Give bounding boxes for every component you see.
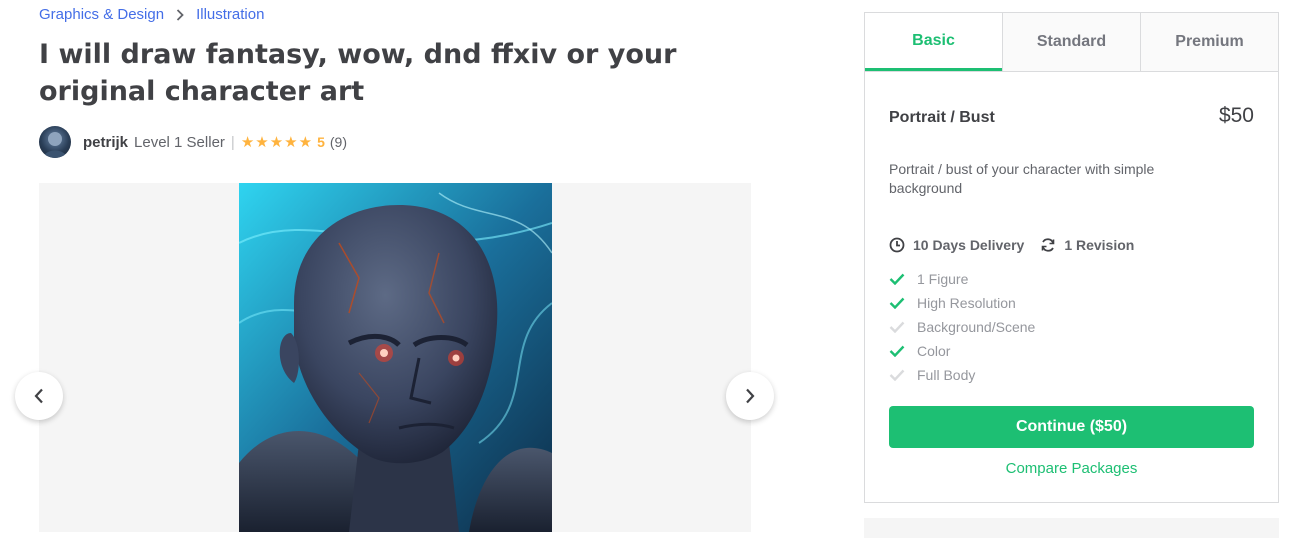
breadcrumb-link-illustration[interactable]: Illustration <box>196 6 264 23</box>
chevron-right-icon <box>746 388 755 404</box>
star-icon: ★ <box>255 134 269 151</box>
clock-icon <box>889 237 905 253</box>
rating-score: 5 <box>317 134 325 150</box>
gig-gallery <box>39 183 751 532</box>
continue-button[interactable]: Continue ($50) <box>889 406 1254 448</box>
gig-title: I will draw fantasy, wow, dnd ffxiv or y… <box>39 39 677 107</box>
delivery-info: 10 Days Delivery <box>889 237 1024 253</box>
divider: | <box>230 133 235 151</box>
breadcrumb: Graphics & Design Illustration <box>39 6 264 23</box>
rating-stars: ★ ★ ★ ★ ★ <box>241 133 313 151</box>
feature-item: High Resolution <box>889 291 1035 315</box>
refresh-icon <box>1042 238 1055 252</box>
package-header: Portrait / Bust $50 <box>889 104 1254 128</box>
package-name: Portrait / Bust <box>889 109 995 126</box>
tab-basic[interactable]: Basic <box>865 13 1002 71</box>
star-icon: ★ <box>284 134 298 151</box>
contact-seller-box <box>864 518 1279 538</box>
revision-info: 1 Revision <box>1040 237 1134 253</box>
feature-label: High Resolution <box>917 295 1016 311</box>
gallery-prev-button[interactable] <box>15 372 63 420</box>
breadcrumb-link-graphics-design[interactable]: Graphics & Design <box>39 6 164 23</box>
feature-label: Full Body <box>917 367 976 383</box>
package-price: $50 <box>1218 104 1254 127</box>
package-panel: Basic Standard Premium Portrait / Bust $… <box>864 12 1279 503</box>
delivery-label: 10 Days Delivery <box>913 237 1025 253</box>
tab-standard[interactable]: Standard <box>1002 13 1140 71</box>
package-tabs: Basic Standard Premium <box>865 13 1278 72</box>
feature-label: Color <box>917 343 951 359</box>
star-icon: ★ <box>240 134 255 151</box>
compare-packages-link[interactable]: Compare Packages <box>889 460 1254 477</box>
feature-label: 1 Figure <box>917 271 969 287</box>
tab-premium[interactable]: Premium <box>1140 13 1278 71</box>
seller-overview: petrijk Level 1 Seller | ★ ★ ★ ★ ★ 5 (9) <box>39 126 347 158</box>
check-icon <box>889 345 905 357</box>
feature-label: Background/Scene <box>917 319 1036 335</box>
gallery-next-button[interactable] <box>726 372 774 420</box>
feature-item: Color <box>889 339 1035 363</box>
feature-list: 1 Figure High Resolution Background/Scen… <box>889 267 1035 387</box>
avatar[interactable] <box>39 126 71 158</box>
chevron-right-icon <box>176 8 184 21</box>
package-description: Portrait / bust of your character with s… <box>889 161 1155 196</box>
check-icon <box>889 369 905 381</box>
chevron-left-icon <box>34 388 43 404</box>
gig-image[interactable] <box>239 183 552 532</box>
star-icon: ★ <box>298 134 313 151</box>
revision-label: 1 Revision <box>1064 237 1135 253</box>
check-icon <box>889 273 905 285</box>
seller-name[interactable]: petrijk <box>83 134 128 151</box>
seller-level: Level 1 Seller <box>134 133 225 151</box>
check-icon <box>889 297 905 309</box>
check-icon <box>889 321 905 333</box>
package-meta: 10 Days Delivery 1 Revision <box>889 237 1150 253</box>
feature-item: Full Body <box>889 363 1035 387</box>
feature-item: 1 Figure <box>889 267 1035 291</box>
star-icon: ★ <box>269 134 284 151</box>
review-count[interactable]: (9) <box>330 134 347 150</box>
feature-item: Background/Scene <box>889 315 1035 339</box>
